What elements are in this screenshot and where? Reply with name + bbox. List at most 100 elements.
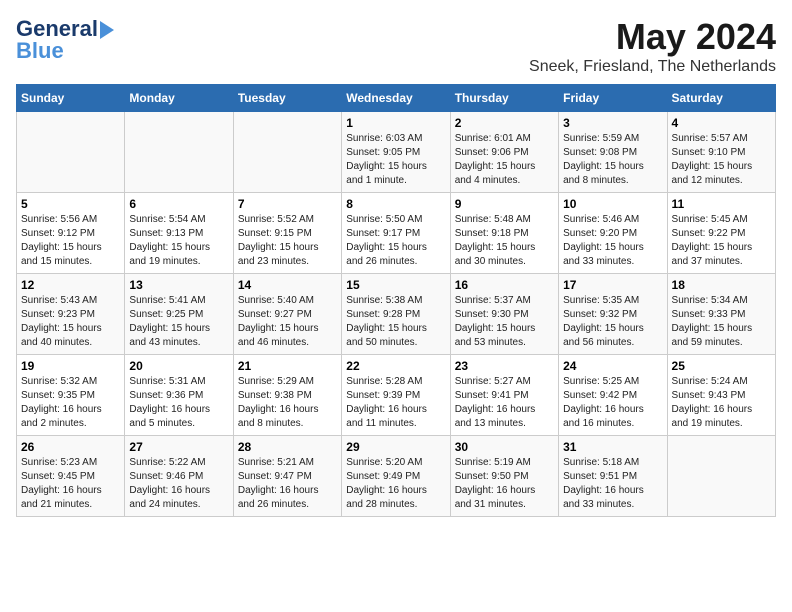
month-title: May 2024 [529,16,776,58]
calendar-cell: 12Sunrise: 5:43 AM Sunset: 9:23 PM Dayli… [17,274,125,355]
day-info: Sunrise: 5:38 AM Sunset: 9:28 PM Dayligh… [346,294,445,350]
logo: General Blue [16,16,114,64]
calendar-cell: 14Sunrise: 5:40 AM Sunset: 9:27 PM Dayli… [233,274,341,355]
day-info: Sunrise: 5:22 AM Sunset: 9:46 PM Dayligh… [129,456,228,512]
day-of-week-header: Monday [125,85,233,112]
day-info: Sunrise: 5:35 AM Sunset: 9:32 PM Dayligh… [563,294,662,350]
calendar-cell: 25 Sunrise: 5:24 AM Sunset: 9:43 PM Dayli… [667,355,775,436]
day-info: Sunrise: 5:25 AM Sunset: 9:42 PM Dayligh… [563,375,662,431]
calendar-week-row: 1 Sunrise: 6:03 AM Sunset: 9:05 PM Daylig… [17,112,776,193]
day-number: 14 [238,278,337,292]
day-number: 5 [21,197,120,211]
calendar-cell: 21Sunrise: 5:29 AM Sunset: 9:38 PM Dayli… [233,355,341,436]
day-info: Sunrise: 5:21 AM Sunset: 9:47 PM Dayligh… [238,456,337,512]
day-number: 20 [129,359,228,373]
calendar-week-row: 5 Sunrise: 5:56 AM Sunset: 9:12 PM Daylig… [17,193,776,274]
calendar-cell: 28 Sunrise: 5:21 AM Sunset: 9:47 PM Dayli… [233,436,341,517]
calendar-cell: 11 Sunrise: 5:45 AM Sunset: 9:22 PM Dayli… [667,193,775,274]
day-info: Sunrise: 5:54 AM Sunset: 9:13 PM Dayligh… [129,213,228,269]
day-info: Sunrise: 5:23 AM Sunset: 9:45 PM Dayligh… [21,456,120,512]
day-number: 18 [672,278,771,292]
day-info: Sunrise: 6:03 AM Sunset: 9:05 PM Dayligh… [346,132,445,188]
calendar-cell [667,436,775,517]
calendar-cell: 29Sunrise: 5:20 AM Sunset: 9:49 PM Dayli… [342,436,450,517]
page-header: General Blue May 2024 Sneek, Friesland, … [16,16,776,76]
day-number: 3 [563,116,662,130]
day-info: Sunrise: 5:43 AM Sunset: 9:23 PM Dayligh… [21,294,120,350]
day-info: Sunrise: 5:19 AM Sunset: 9:50 PM Dayligh… [455,456,554,512]
calendar-cell: 3 Sunrise: 5:59 AM Sunset: 9:08 PM Daylig… [559,112,667,193]
day-number: 24 [563,359,662,373]
logo-arrow-icon [100,21,114,39]
day-info: Sunrise: 5:48 AM Sunset: 9:18 PM Dayligh… [455,213,554,269]
day-info: Sunrise: 5:31 AM Sunset: 9:36 PM Dayligh… [129,375,228,431]
day-number: 27 [129,440,228,454]
day-number: 22 [346,359,445,373]
calendar-cell: 4Sunrise: 5:57 AM Sunset: 9:10 PM Daylig… [667,112,775,193]
day-of-week-header: Thursday [450,85,558,112]
calendar-cell: 17 Sunrise: 5:35 AM Sunset: 9:32 PM Dayli… [559,274,667,355]
title-block: May 2024 Sneek, Friesland, The Netherlan… [529,16,776,76]
calendar-cell [17,112,125,193]
day-number: 23 [455,359,554,373]
day-of-week-header: Saturday [667,85,775,112]
day-number: 30 [455,440,554,454]
location-subtitle: Sneek, Friesland, The Netherlands [529,58,776,76]
day-number: 11 [672,197,771,211]
day-number: 21 [238,359,337,373]
calendar-table: SundayMondayTuesdayWednesdayThursdayFrid… [16,84,776,517]
calendar-cell: 27 Sunrise: 5:22 AM Sunset: 9:46 PM Dayli… [125,436,233,517]
day-info: Sunrise: 5:46 AM Sunset: 9:20 PM Dayligh… [563,213,662,269]
day-number: 13 [129,278,228,292]
day-number: 28 [238,440,337,454]
day-info: Sunrise: 5:57 AM Sunset: 9:10 PM Dayligh… [672,132,771,188]
calendar-cell: 15Sunrise: 5:38 AM Sunset: 9:28 PM Dayli… [342,274,450,355]
calendar-cell: 2 Sunrise: 6:01 AM Sunset: 9:06 PM Daylig… [450,112,558,193]
day-info: Sunrise: 5:52 AM Sunset: 9:15 PM Dayligh… [238,213,337,269]
day-number: 8 [346,197,445,211]
calendar-cell: 19Sunrise: 5:32 AM Sunset: 9:35 PM Dayli… [17,355,125,436]
calendar-cell: 26 Sunrise: 5:23 AM Sunset: 9:45 PM Dayli… [17,436,125,517]
day-number: 26 [21,440,120,454]
day-number: 16 [455,278,554,292]
calendar-cell: 30 Sunrise: 5:19 AM Sunset: 9:50 PM Dayli… [450,436,558,517]
day-info: Sunrise: 5:59 AM Sunset: 9:08 PM Dayligh… [563,132,662,188]
day-of-week-header: Wednesday [342,85,450,112]
calendar-cell: 9Sunrise: 5:48 AM Sunset: 9:18 PM Daylig… [450,193,558,274]
day-info: Sunrise: 5:28 AM Sunset: 9:39 PM Dayligh… [346,375,445,431]
day-number: 7 [238,197,337,211]
calendar-week-row: 26 Sunrise: 5:23 AM Sunset: 9:45 PM Dayli… [17,436,776,517]
day-info: Sunrise: 6:01 AM Sunset: 9:06 PM Dayligh… [455,132,554,188]
day-of-week-header: Sunday [17,85,125,112]
day-info: Sunrise: 5:34 AM Sunset: 9:33 PM Dayligh… [672,294,771,350]
day-number: 19 [21,359,120,373]
calendar-cell: 5 Sunrise: 5:56 AM Sunset: 9:12 PM Daylig… [17,193,125,274]
day-info: Sunrise: 5:50 AM Sunset: 9:17 PM Dayligh… [346,213,445,269]
calendar-cell: 18 Sunrise: 5:34 AM Sunset: 9:33 PM Dayli… [667,274,775,355]
calendar-cell: 1 Sunrise: 6:03 AM Sunset: 9:05 PM Daylig… [342,112,450,193]
day-info: Sunrise: 5:37 AM Sunset: 9:30 PM Dayligh… [455,294,554,350]
day-info: Sunrise: 5:27 AM Sunset: 9:41 PM Dayligh… [455,375,554,431]
calendar-cell: 10Sunrise: 5:46 AM Sunset: 9:20 PM Dayli… [559,193,667,274]
calendar-cell: 13Sunrise: 5:41 AM Sunset: 9:25 PM Dayli… [125,274,233,355]
logo-blue-text: Blue [16,38,64,64]
day-number: 2 [455,116,554,130]
calendar-header-row: SundayMondayTuesdayWednesdayThursdayFrid… [17,85,776,112]
day-of-week-header: Friday [559,85,667,112]
day-number: 17 [563,278,662,292]
day-info: Sunrise: 5:45 AM Sunset: 9:22 PM Dayligh… [672,213,771,269]
day-number: 1 [346,116,445,130]
day-info: Sunrise: 5:20 AM Sunset: 9:49 PM Dayligh… [346,456,445,512]
calendar-week-row: 12Sunrise: 5:43 AM Sunset: 9:23 PM Dayli… [17,274,776,355]
day-info: Sunrise: 5:18 AM Sunset: 9:51 PM Dayligh… [563,456,662,512]
day-number: 31 [563,440,662,454]
day-info: Sunrise: 5:56 AM Sunset: 9:12 PM Dayligh… [21,213,120,269]
day-number: 25 [672,359,771,373]
calendar-cell: 16 Sunrise: 5:37 AM Sunset: 9:30 PM Dayli… [450,274,558,355]
calendar-cell: 8 Sunrise: 5:50 AM Sunset: 9:17 PM Daylig… [342,193,450,274]
day-info: Sunrise: 5:24 AM Sunset: 9:43 PM Dayligh… [672,375,771,431]
calendar-cell [125,112,233,193]
day-number: 6 [129,197,228,211]
calendar-cell: 24 Sunrise: 5:25 AM Sunset: 9:42 PM Dayli… [559,355,667,436]
calendar-cell [233,112,341,193]
